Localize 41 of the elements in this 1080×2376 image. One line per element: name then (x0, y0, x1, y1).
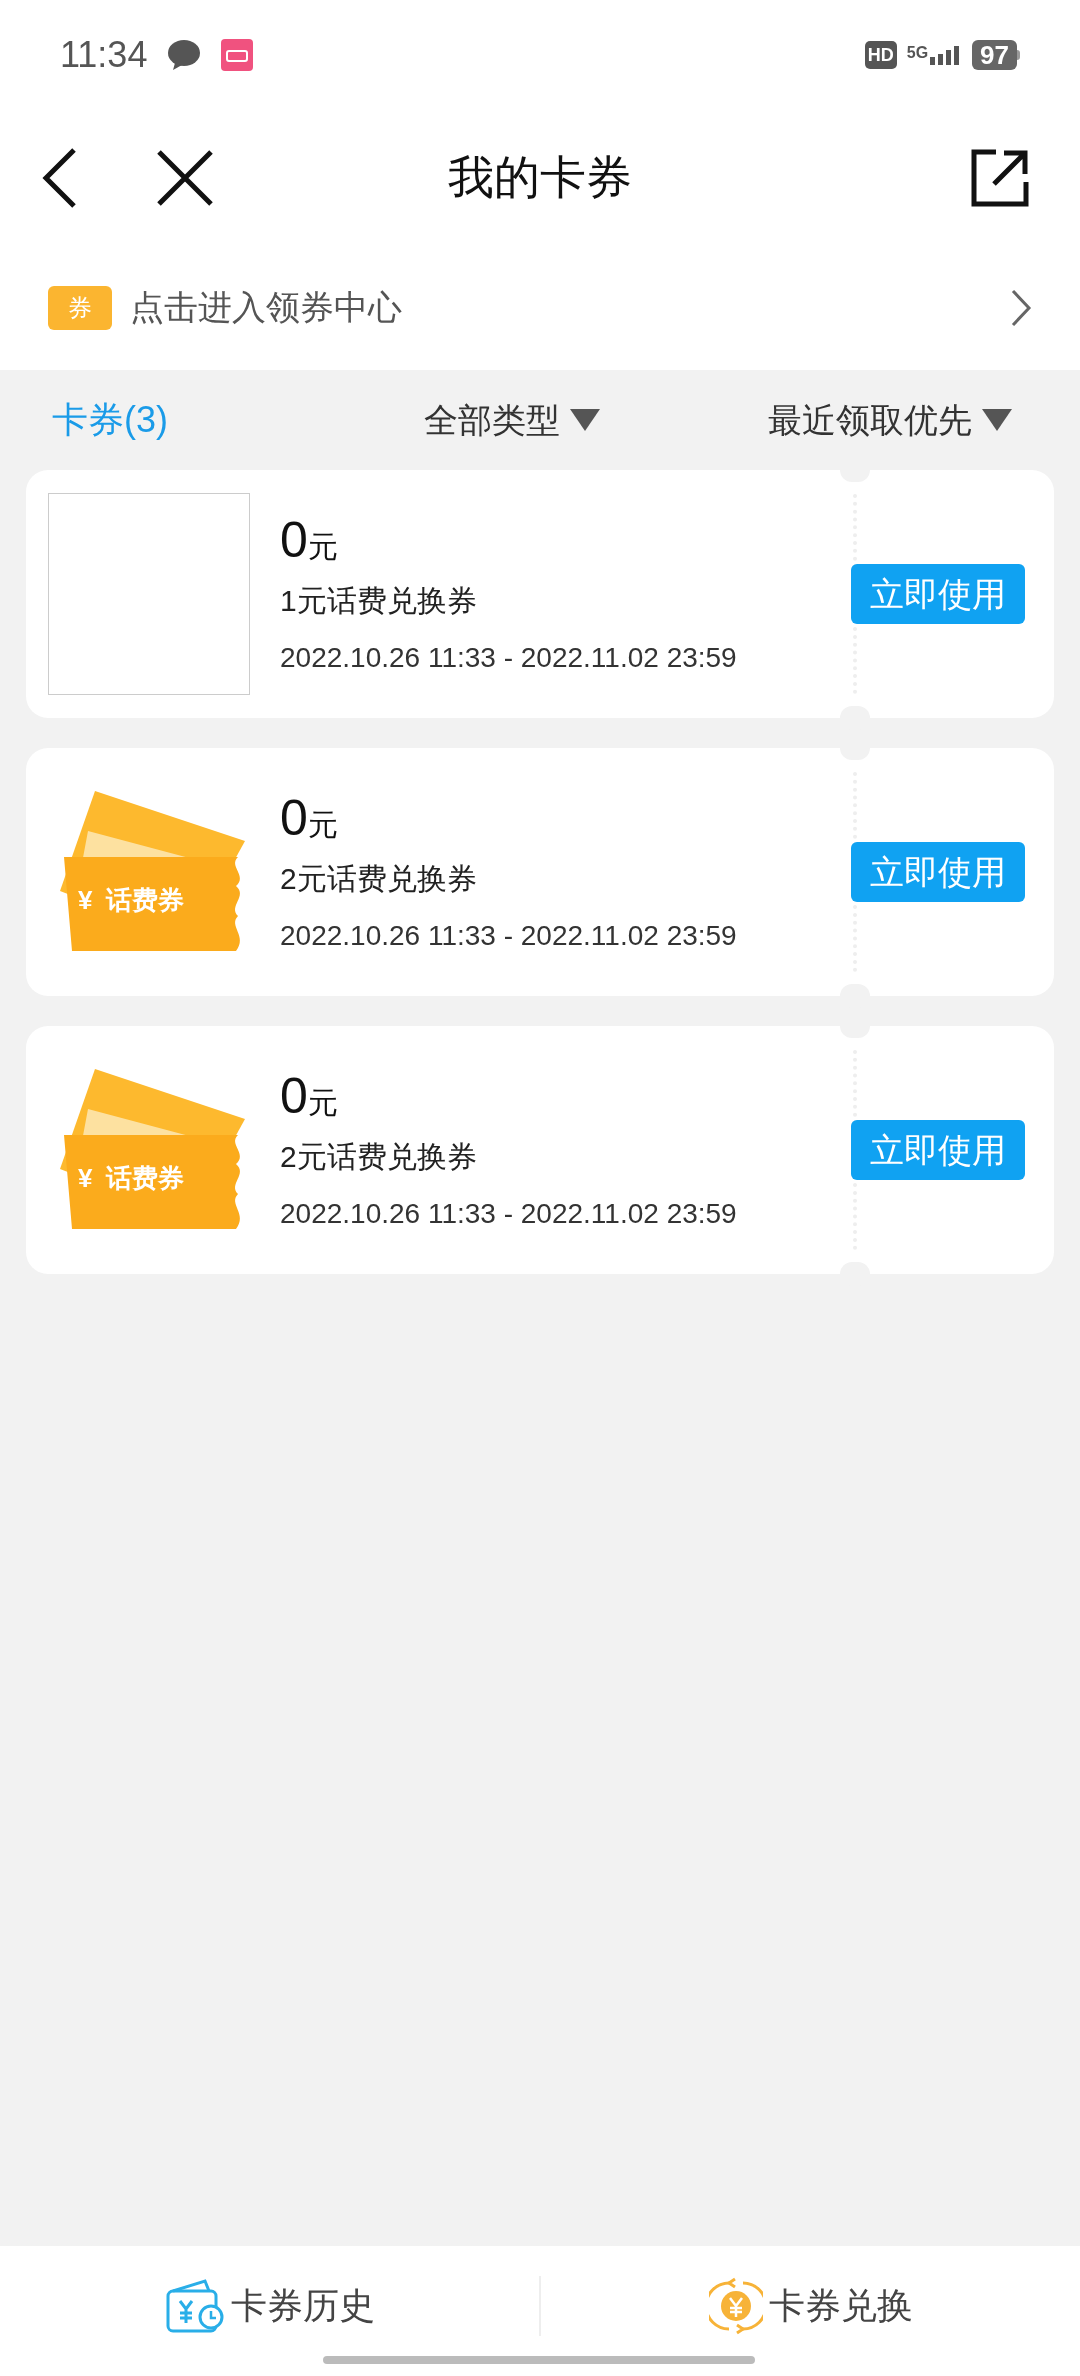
dropdown-icon (982, 409, 1012, 431)
ticket-symbol: ¥ (78, 1162, 93, 1195)
wallet-clock-icon (164, 2277, 225, 2335)
filter-label: 最近领取优先 (768, 399, 972, 441)
clock-time: 11:34 (60, 33, 148, 77)
chevron-right-icon (1010, 287, 1032, 328)
amount-unit: 元 (307, 807, 338, 844)
network-label: 5G (906, 45, 929, 61)
close-icon[interactable] (156, 148, 214, 207)
banner-text: 点击进入领券中心 (130, 287, 402, 328)
ticket-symbol: ¥ (78, 884, 93, 917)
bottom-tab[interactable]: 卡券兑换 (539, 2276, 1080, 2336)
ticket-label: 话费券 (106, 1162, 185, 1195)
tab-label: 卡券历史 (230, 2284, 375, 2328)
type-filter[interactable]: 全部类型 (424, 394, 600, 446)
battery-level: 97 (972, 40, 1017, 70)
tab-label: 卡券兑换 (768, 2284, 913, 2328)
share-icon[interactable] (970, 147, 1030, 208)
coupon-center-link[interactable]: 券 点击进入领券中心 (0, 245, 1080, 370)
page-title: 我的卡券 (448, 150, 632, 205)
coupon-amount: 0 (280, 1067, 308, 1127)
bottom-tab[interactable]: 卡券历史 (0, 2276, 539, 2336)
coupon-amount: 0 (280, 789, 308, 849)
amount-unit: 元 (307, 529, 338, 566)
amount-unit: 元 (307, 1085, 338, 1122)
coupon-name: 1元话费兑换券 (280, 582, 478, 619)
coupon-icon: 券 (48, 285, 112, 330)
validity-period: 2022.10.26 11:33 - 2022.11.02 23:59 (280, 1196, 737, 1231)
coupon-amount: 0 (280, 511, 308, 571)
hd-badge: HD (864, 41, 897, 69)
dropdown-icon (570, 409, 600, 431)
validity-period: 2022.10.26 11:33 - 2022.11.02 23:59 (280, 918, 737, 953)
coupon-name: 2元话费兑换券 (280, 860, 478, 897)
validity-period: 2022.10.26 11:33 - 2022.11.02 23:59 (280, 640, 737, 675)
app-icon (221, 39, 254, 71)
ticket-label: 话费券 (106, 884, 185, 917)
message-icon (167, 39, 202, 71)
coupon-name: 2元话费兑换券 (280, 1138, 478, 1175)
sort-filter[interactable]: 最近领取优先 (768, 394, 1012, 446)
currency-exchange-icon (708, 2277, 763, 2335)
filter-label: 全部类型 (424, 399, 560, 441)
